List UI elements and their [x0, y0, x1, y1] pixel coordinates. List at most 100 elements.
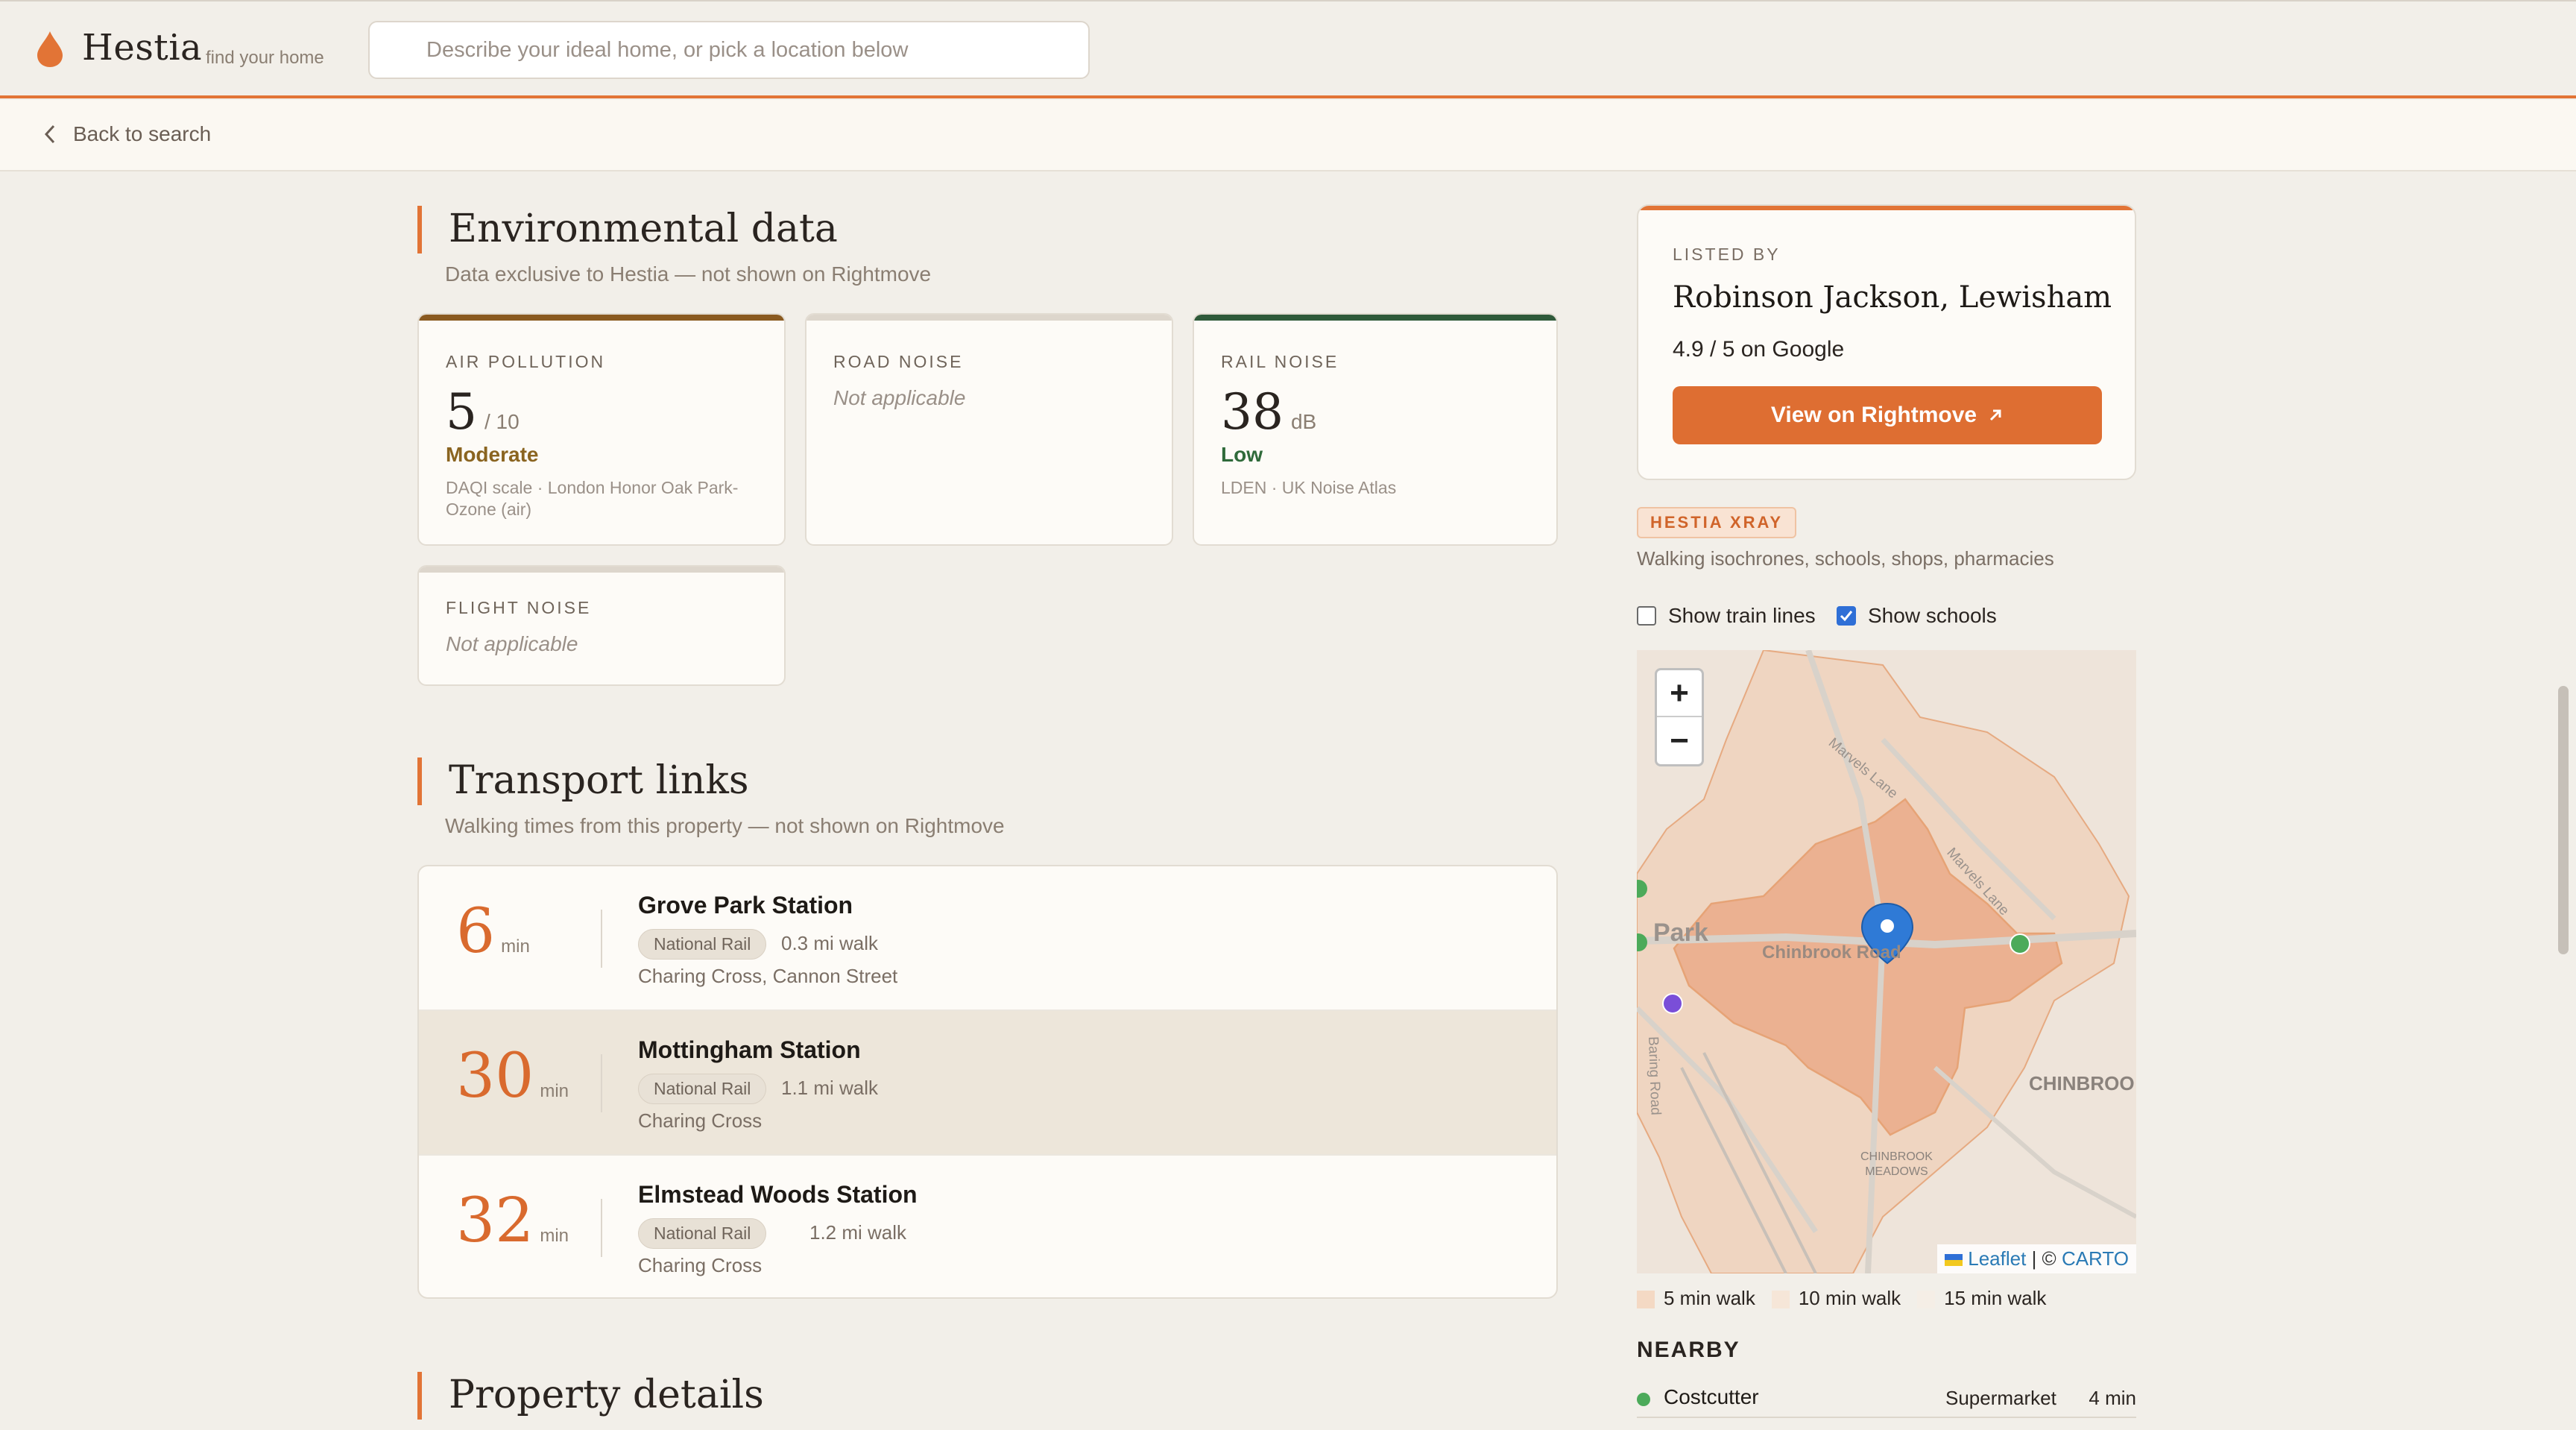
walk-distance: 1.2 mi walk: [809, 1221, 907, 1244]
nearby-category: Supermarket: [1945, 1387, 2056, 1409]
environmental-subtitle: Data exclusive to Hestia — not shown on …: [445, 262, 932, 286]
nearby-item[interactable]: Costcutter Supermarket 4 min: [1637, 1384, 2136, 1418]
rail-noise-card: RAIL NOISE 38 dB Low LDEN · UK Noise Atl…: [1193, 313, 1558, 546]
agent-name: Robinson Jackson, Lewisham: [1673, 280, 2112, 315]
rail-unit: dB: [1290, 410, 1317, 433]
walk-minutes: 30 min: [456, 1041, 569, 1112]
legend-item: 15 min walk: [1917, 1287, 2046, 1310]
listing-card: LISTED BY Robinson Jackson, Lewisham 4.9…: [1637, 204, 2136, 480]
map-label-park: Park: [1653, 919, 1708, 947]
card-accent: [1194, 315, 1556, 321]
schools-checkbox[interactable]: [1837, 606, 1856, 626]
rail-level: Low: [1221, 443, 1263, 466]
card-label: FLIGHT NOISE: [446, 598, 592, 617]
hestia-logo-icon[interactable]: [36, 30, 64, 69]
brand-tagline: find your home: [206, 48, 324, 68]
back-label: Back to search: [73, 122, 212, 145]
divider: [601, 910, 602, 968]
legend-item: 5 min walk: [1637, 1287, 1755, 1310]
transport-row[interactable]: 32 min Elmstead Woods Station National Ra…: [419, 1156, 1556, 1297]
flight-status: Not applicable: [446, 632, 578, 655]
flight-noise-card: FLIGHT NOISE Not applicable: [417, 565, 786, 686]
rail-type-badge: National Rail: [638, 929, 767, 960]
school-marker: [2010, 933, 2030, 954]
external-link-icon: [1990, 409, 2001, 421]
air-source: DAQI scale · London Honor Oak Park-Ozone…: [446, 478, 739, 519]
button-label: View on Rightmove: [1770, 403, 1977, 427]
zoom-out-button[interactable]: −: [1657, 717, 1702, 764]
destinations: Charing Cross: [638, 1254, 763, 1276]
transport-list: 6 min Grove Park Station National Rail 0.…: [417, 865, 1558, 1299]
rail-value: 38: [1221, 383, 1284, 441]
card-label: ROAD NOISE: [833, 352, 964, 371]
toggle-label: Show train lines: [1668, 604, 1816, 627]
transport-row[interactable]: 30 min Mottingham Station National Rail 1…: [419, 1011, 1556, 1156]
page-scrollbar[interactable]: [2558, 686, 2569, 954]
divider: [601, 1054, 602, 1112]
card-label: AIR POLLUTION: [446, 352, 606, 371]
show-schools-toggle[interactable]: Show schools: [1837, 604, 1997, 628]
card-accent: [806, 315, 1172, 321]
pharmacy-marker: [1662, 993, 1683, 1014]
transport-row[interactable]: 6 min Grove Park Station National Rail 0.…: [419, 866, 1556, 1011]
walk-distance: 1.1 mi walk: [781, 1077, 879, 1099]
rail-source: LDEN · UK Noise Atlas: [1221, 478, 1397, 497]
destinations: Charing Cross, Cannon Street: [638, 965, 898, 987]
air-unit: / 10: [484, 410, 520, 433]
search-input[interactable]: Describe your ideal home, or pick a loca…: [368, 21, 1090, 79]
air-level: Moderate: [446, 443, 539, 466]
map-attribution: Leaflet | © CARTO: [1937, 1244, 2136, 1273]
road-status: Not applicable: [833, 386, 966, 409]
property-details-title: Property details: [417, 1372, 764, 1420]
leaflet-link[interactable]: Leaflet: [1968, 1247, 2026, 1270]
isochrone-map[interactable]: Park Chinbrook Road Marvels Lane Marvels…: [1637, 650, 2136, 1273]
nearby-name: Costcutter: [1664, 1385, 1759, 1408]
back-to-search-link[interactable]: Back to search: [43, 122, 211, 146]
rail-type-badge: National Rail: [638, 1218, 767, 1249]
view-on-rightmove-button[interactable]: View on Rightmove: [1673, 386, 2102, 444]
walk-distance: 0.3 mi walk: [781, 932, 879, 954]
walk-minutes: 6 min: [456, 896, 530, 967]
checkmark-icon: [1840, 611, 1853, 622]
toggle-label: Show schools: [1868, 604, 1997, 627]
agent-rating: 4.9 / 5 on Google: [1673, 337, 1845, 362]
xray-subtitle: Walking isochrones, schools, shops, phar…: [1637, 547, 2054, 570]
air-value: 5: [446, 383, 477, 441]
zoom-control: + −: [1655, 668, 1704, 766]
map-legend: 5 min walk 10 min walk 15 min walk: [1637, 1287, 2046, 1310]
xray-badge: HESTIA XRAY: [1637, 507, 1797, 538]
transport-title: Transport links: [417, 757, 749, 805]
destinations: Charing Cross: [638, 1109, 763, 1132]
map-label-chinbrook-road: Chinbrook Road: [1762, 942, 1901, 963]
card-value: 38 dB: [1221, 383, 1316, 441]
train-lines-checkbox[interactable]: [1637, 606, 1656, 626]
legend-swatch: [1917, 1291, 1936, 1309]
nearby-time: 4 min: [2089, 1387, 2136, 1409]
nearby-heading: NEARBY: [1637, 1338, 1740, 1362]
listed-by-label: LISTED BY: [1673, 245, 1781, 264]
card-value: 5 / 10: [446, 383, 520, 441]
ukraine-flag-icon: [1945, 1254, 1963, 1267]
map-label-meadows: CHINBROOK MEADOWS: [1860, 1150, 1933, 1178]
status-dot-icon: [1637, 1393, 1650, 1406]
sub-bar: Back to search: [0, 100, 2576, 171]
brand-name[interactable]: Hestia: [82, 27, 202, 69]
station-name: Mottingham Station: [638, 1036, 861, 1063]
map-label-baring-road: Baring Road: [1644, 1036, 1664, 1116]
legend-swatch: [1637, 1291, 1655, 1309]
transport-subtitle: Walking times from this property — not s…: [445, 814, 1005, 837]
legend-swatch: [1771, 1291, 1790, 1309]
road-noise-card: ROAD NOISE Not applicable: [805, 313, 1173, 546]
station-name: Grove Park Station: [638, 892, 853, 919]
card-accent: [419, 315, 784, 321]
air-pollution-card: AIR POLLUTION 5 / 10 Moderate DAQI scale…: [417, 313, 786, 546]
top-bar: Hestia find your home Describe your idea…: [0, 0, 2576, 98]
zoom-in-button[interactable]: +: [1657, 670, 1702, 717]
legend-item: 10 min walk: [1771, 1287, 1901, 1310]
show-train-lines-toggle[interactable]: Show train lines: [1637, 604, 1816, 628]
environmental-title: Environmental data: [417, 206, 838, 253]
chevron-left-icon: [44, 125, 55, 144]
card-accent: [1638, 206, 2135, 210]
walk-minutes: 32 min: [456, 1185, 569, 1256]
carto-link[interactable]: CARTO: [2062, 1247, 2129, 1270]
